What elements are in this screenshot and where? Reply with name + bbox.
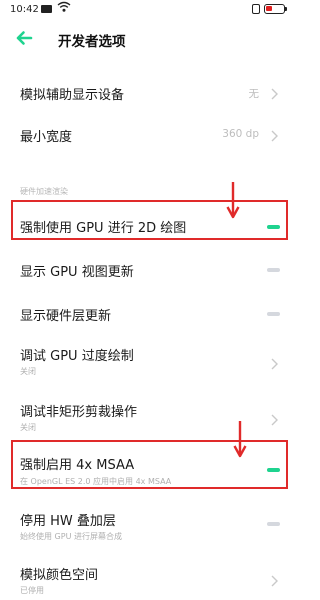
message-icon bbox=[41, 5, 52, 13]
setting-subtitle: 关闭 bbox=[20, 423, 36, 432]
chevron-right-icon bbox=[270, 128, 279, 142]
back-arrow-icon[interactable] bbox=[14, 28, 34, 48]
setting-value: 无 bbox=[248, 88, 260, 100]
setting-title: 显示 GPU 视图更新 bbox=[20, 265, 134, 280]
setting-simulate-color-space[interactable]: 模拟颜色空间 已停用 bbox=[0, 558, 301, 600]
chevron-right-icon bbox=[270, 412, 279, 426]
setting-disable-hw-overlays[interactable]: 停用 HW 叠加层 始终使用 GPU 进行屏幕合成 bbox=[0, 504, 301, 546]
setting-subtitle: 已停用 bbox=[20, 586, 44, 595]
chevron-right-icon bbox=[270, 356, 279, 370]
toggle-switch[interactable] bbox=[267, 312, 280, 316]
toggle-switch[interactable] bbox=[267, 268, 280, 272]
setting-debug-gpu-overdraw[interactable]: 调试 GPU 过度绘制 关闭 bbox=[0, 340, 301, 382]
setting-subtitle: 关闭 bbox=[20, 367, 36, 376]
battery-level bbox=[266, 6, 272, 11]
setting-title: 停用 HW 叠加层 bbox=[20, 514, 116, 529]
status-time: 10:42 bbox=[10, 4, 39, 15]
annotation-arrow-down-icon bbox=[233, 420, 247, 460]
developer-options-screen: 10:42 开发者选项 模拟辅助显示设备 无 最小宽度 360 dp 硬件加速渲… bbox=[0, 0, 301, 600]
setting-show-hardware-layer-updates[interactable]: 显示硬件层更新 bbox=[0, 299, 301, 329]
toggle-switch[interactable] bbox=[267, 522, 280, 526]
section-header-hardware-rendering: 硬件加速渲染 bbox=[20, 187, 68, 196]
annotation-highlight-box bbox=[11, 200, 288, 240]
setting-simulate-secondary-display[interactable]: 模拟辅助显示设备 无 bbox=[0, 78, 301, 108]
setting-minimum-width[interactable]: 最小宽度 360 dp bbox=[0, 120, 301, 150]
setting-show-gpu-view-updates[interactable]: 显示 GPU 视图更新 bbox=[0, 255, 301, 285]
setting-title: 调试非矩形剪裁操作 bbox=[20, 405, 138, 420]
annotation-arrow-down-icon bbox=[226, 181, 240, 221]
chevron-right-icon bbox=[270, 86, 279, 100]
setting-title: 最小宽度 bbox=[20, 130, 73, 145]
setting-value: 360 dp bbox=[222, 128, 259, 140]
setting-subtitle: 始终使用 GPU 进行屏幕合成 bbox=[20, 532, 122, 541]
battery-icon bbox=[264, 4, 287, 14]
setting-title: 模拟辅助显示设备 bbox=[20, 88, 125, 103]
setting-title: 显示硬件层更新 bbox=[20, 309, 112, 324]
status-bar: 10:42 bbox=[0, 0, 301, 20]
page-title: 开发者选项 bbox=[58, 34, 126, 50]
wifi-icon bbox=[57, 1, 71, 16]
setting-debug-non-rect-clip[interactable]: 调试非矩形剪裁操作 关闭 bbox=[0, 396, 301, 438]
setting-title: 调试 GPU 过度绘制 bbox=[20, 349, 134, 364]
chevron-right-icon bbox=[270, 573, 279, 587]
vibrate-icon bbox=[252, 4, 260, 14]
setting-title: 模拟颜色空间 bbox=[20, 568, 99, 583]
